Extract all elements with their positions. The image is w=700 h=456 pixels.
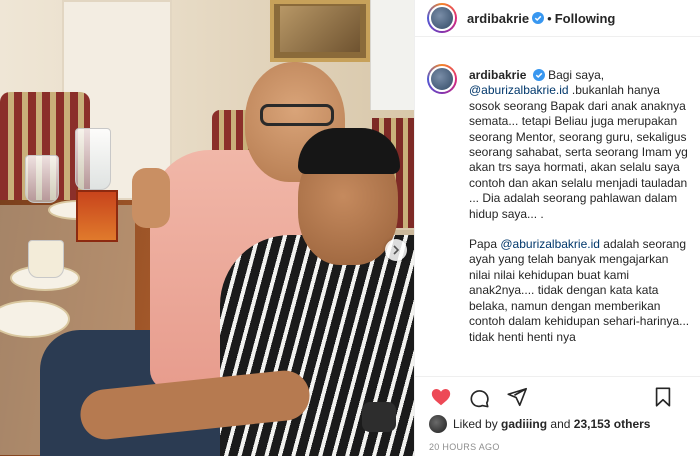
caption-paragraph-1: ardibakrie Bagi saya, @aburizalbakrie.id…: [469, 68, 691, 222]
photo-teacup: [28, 240, 64, 278]
bookmark-icon: [655, 387, 671, 407]
photo-wristwatch: [362, 402, 396, 432]
caption-author-avatar[interactable]: [427, 64, 457, 94]
caption-text-segment: adalah seorang ayah yang telah banyak me…: [469, 237, 690, 344]
photo-eyeglasses: [260, 104, 334, 126]
heart-filled-icon: [431, 388, 451, 405]
like-button[interactable]: [429, 385, 453, 409]
following-button[interactable]: Following: [555, 11, 616, 26]
likes-joiner: and: [550, 417, 571, 431]
mention-link[interactable]: @aburizalbakrie.id: [500, 237, 600, 251]
chevron-right-icon: [393, 245, 400, 255]
share-icon: [507, 387, 527, 406]
author-avatar[interactable]: [427, 3, 457, 33]
next-photo-button[interactable]: [385, 239, 407, 261]
caption-text-segment: Papa: [469, 237, 498, 252]
photo-air-conditioner: [370, 0, 414, 110]
liker-avatar[interactable]: [429, 415, 447, 433]
likes-count-link[interactable]: 23,153 others: [574, 417, 651, 431]
caption-text-segment: .bukanlah hanya sosok seorang Bapak dari…: [469, 83, 688, 221]
caption-username[interactable]: ardibakrie: [469, 68, 526, 82]
photo-glass: [25, 155, 59, 203]
share-button[interactable]: [505, 385, 529, 409]
likes-summary: Liked by gadiiing and 23,153 others: [429, 415, 650, 433]
post-side-panel: ardibakrie • Following ardibakrie Bagi s…: [414, 0, 700, 456]
photo-food-box: [76, 190, 118, 242]
header-separator: •: [547, 10, 552, 26]
post-header: ardibakrie • Following: [415, 0, 700, 37]
caption-text-segment: Bagi saya,: [548, 68, 605, 82]
liker-username[interactable]: gadiiing: [501, 417, 547, 431]
author-username[interactable]: ardibakrie: [467, 11, 529, 26]
post-timestamp: 20 HOURS AGO: [429, 442, 500, 452]
verified-badge-icon: [532, 12, 545, 24]
action-bar: [415, 376, 700, 416]
comment-icon: [470, 389, 489, 407]
photo-pitcher: [75, 128, 111, 190]
comment-button[interactable]: [467, 385, 491, 409]
save-button[interactable]: [651, 385, 675, 409]
photo-thumbs-up: [132, 168, 170, 228]
post-photo[interactable]: [0, 0, 414, 456]
likes-prefix: Liked by: [453, 417, 498, 431]
caption-text: ardibakrie Bagi saya, @aburizalbakrie.id…: [469, 68, 691, 375]
caption-area: ardibakrie Bagi saya, @aburizalbakrie.id…: [415, 38, 700, 375]
verified-badge-icon: [532, 69, 545, 81]
mention-link[interactable]: @aburizalbakrie.id: [469, 83, 569, 97]
photo-figure-2-hair: [298, 128, 400, 174]
caption-paragraph-2: Papa @aburizalbakrie.id adalah seorang a…: [469, 237, 691, 345]
photo-painting: [280, 6, 360, 52]
